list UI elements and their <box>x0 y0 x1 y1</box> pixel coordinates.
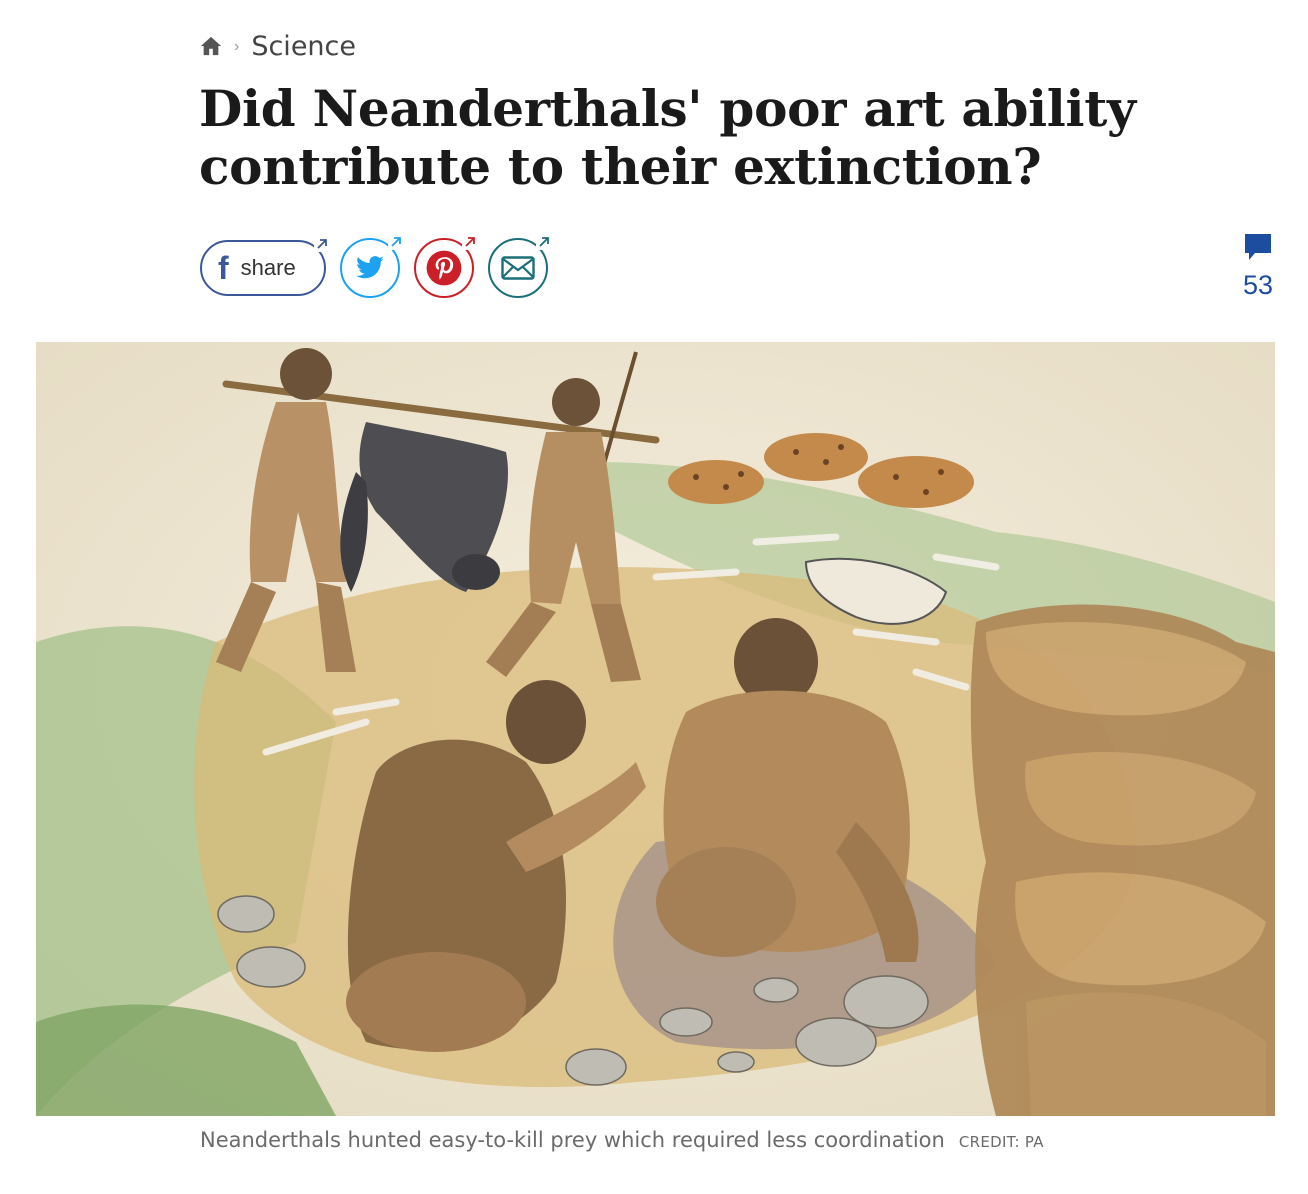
caption-text: Neanderthals hunted easy-to-kill prey wh… <box>200 1128 945 1152</box>
share-bar: f share <box>200 234 552 298</box>
breadcrumb-section-link[interactable]: Science <box>251 31 356 62</box>
breadcrumb: › Science <box>200 28 356 64</box>
twitter-icon <box>356 256 384 279</box>
article-hero-image <box>36 342 1275 1116</box>
external-arrow-icon <box>536 234 552 250</box>
caption-credit: CREDIT: PA <box>958 1133 1044 1151</box>
external-arrow-icon <box>462 234 478 250</box>
twitter-share-button[interactable] <box>340 234 404 298</box>
rock-wall <box>970 604 1275 1116</box>
facebook-share-button[interactable]: f share <box>200 236 330 296</box>
comments-button[interactable]: 53 <box>1238 232 1278 301</box>
comment-icon <box>1245 234 1271 260</box>
neanderthal-illustration <box>36 342 1275 1116</box>
home-icon <box>200 36 222 56</box>
article-headline: Did Neanderthals' poor art ability contr… <box>199 79 1136 196</box>
facebook-share-label: share <box>240 255 296 280</box>
external-arrow-icon <box>314 236 330 252</box>
facebook-icon: f <box>218 250 229 286</box>
external-arrow-icon <box>388 234 404 250</box>
breadcrumb-separator: › <box>234 38 240 55</box>
email-share-button[interactable] <box>488 234 552 298</box>
home-link[interactable] <box>200 35 222 57</box>
pinterest-icon <box>426 250 462 286</box>
image-caption: Neanderthals hunted easy-to-kill prey wh… <box>200 1128 1044 1152</box>
comment-count: 53 <box>1242 270 1274 300</box>
mail-icon <box>501 256 535 280</box>
pinterest-share-button[interactable] <box>414 234 478 298</box>
